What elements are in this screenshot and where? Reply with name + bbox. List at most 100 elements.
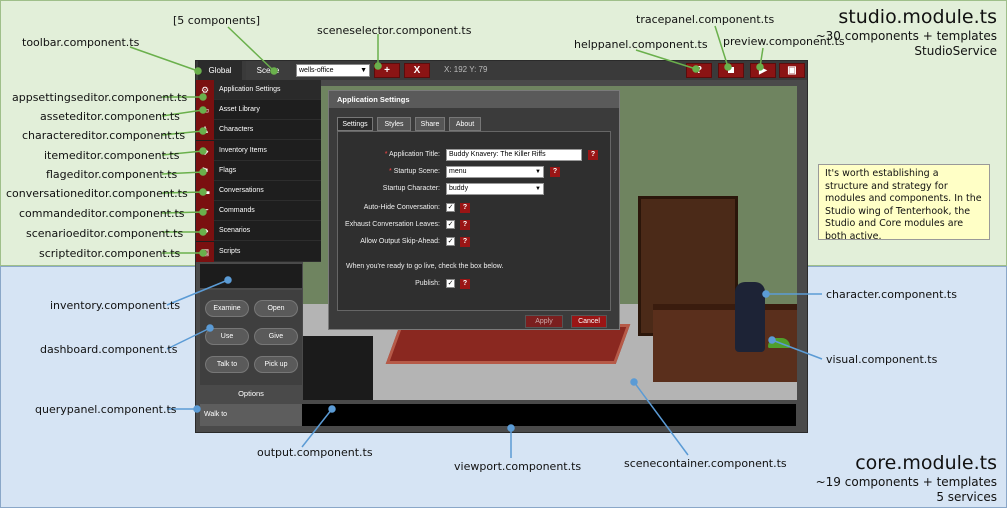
sidebar-item-inventory-items[interactable]: ◆ Inventory Items xyxy=(196,140,321,161)
studio-module-title: studio.module.ts xyxy=(838,6,997,28)
callout-sceneselector: sceneselector.component.ts xyxy=(317,24,472,37)
chevron-down-icon: ▼ xyxy=(535,186,541,192)
callout-asseteditor: asseteditor.component.ts xyxy=(40,110,180,123)
tab-styles[interactable]: Styles xyxy=(377,117,411,131)
publish-checkbox[interactable]: ✓ xyxy=(446,279,455,288)
skip-checkbox[interactable]: ✓ xyxy=(446,237,455,246)
studio-module-note-2: StudioService xyxy=(914,44,997,58)
tab-scene[interactable]: Scene xyxy=(246,61,290,80)
exhaust-label: Exhaust Conversation Leaves: xyxy=(345,221,440,228)
options-button[interactable]: Options xyxy=(200,385,302,403)
pick-up-button[interactable]: Pick up xyxy=(254,356,298,373)
sidebar-item-characters[interactable]: ♟ Characters xyxy=(196,120,321,141)
use-button[interactable]: Use xyxy=(205,328,249,345)
autohide-checkbox[interactable]: ✓ xyxy=(446,203,455,212)
sidebar-item-scenarios[interactable]: ➜ Scenarios xyxy=(196,221,321,242)
app-settings-dialog: Application Settings Settings Styles Sha… xyxy=(328,90,620,330)
person-icon: ♟ xyxy=(196,120,214,141)
help-icon[interactable]: ? xyxy=(588,150,598,160)
help-icon[interactable]: ? xyxy=(460,203,470,213)
publish-label: Publish: xyxy=(415,280,440,287)
sidebar-item-label: Inventory Items xyxy=(219,146,267,154)
help-button[interactable]: ? xyxy=(686,63,712,78)
examine-button[interactable]: Examine xyxy=(205,300,249,317)
scene-rug xyxy=(385,324,631,364)
tab-global[interactable]: Global xyxy=(198,61,242,80)
required-mark: * xyxy=(389,168,392,175)
sidebar-item-label: Flags xyxy=(219,166,237,174)
sidebar-item-label: Scenarios xyxy=(219,227,251,235)
callout-commandeditor: commandeditor.component.ts xyxy=(19,207,185,220)
apply-button[interactable]: Apply xyxy=(525,315,563,328)
scene-select[interactable]: wells-office ▼ xyxy=(296,64,370,77)
skip-label: Allow Output Skip-Ahead: xyxy=(360,238,440,245)
scene-select-value: wells-office xyxy=(299,67,334,74)
toolbar: Global Scene wells-office ▼ + X X: 192 Y… xyxy=(196,61,807,80)
play-icon: ▶ xyxy=(759,65,767,76)
remove-scene-button[interactable]: X xyxy=(404,63,430,78)
help-icon[interactable]: ? xyxy=(460,237,470,247)
save-button[interactable]: ▣ xyxy=(779,63,805,78)
open-button[interactable]: Open xyxy=(254,300,298,317)
callout-preview: preview.component.ts xyxy=(723,35,845,48)
callout-viewport: viewport.component.ts xyxy=(454,460,582,473)
exhaust-checkbox[interactable]: ✓ xyxy=(446,220,455,229)
speech-icon: ▬ xyxy=(196,181,214,201)
callout-inventory: inventory.component.ts xyxy=(50,299,181,312)
preview-button[interactable]: ▶ xyxy=(750,63,776,78)
script-icon: ▤ xyxy=(196,241,214,262)
callout-tracepanel: tracepanel.component.ts xyxy=(636,13,775,26)
disk-icon: ▣ xyxy=(787,65,797,76)
trace-button[interactable] xyxy=(718,63,744,78)
autohide-label: Auto-Hide Conversation: xyxy=(363,204,440,211)
help-icon[interactable]: ? xyxy=(550,167,560,177)
give-button[interactable]: Give xyxy=(254,328,298,345)
callout-itemeditor: itemeditor.component.ts xyxy=(44,149,180,162)
help-icon[interactable]: ? xyxy=(460,279,470,289)
sidebar-item-conversations[interactable]: ▬ Conversations xyxy=(196,181,321,201)
explanation-note: It's worth establishing a structure and … xyxy=(818,164,990,242)
tab-share[interactable]: Share xyxy=(415,117,445,131)
callout-querypanel: querypanel.component.ts xyxy=(35,403,177,416)
sidebar-item-label: Asset Library xyxy=(219,106,260,114)
callout-toolbar: toolbar.component.ts xyxy=(22,36,140,49)
startup-scene-select[interactable]: menu ▼ xyxy=(446,166,544,178)
sidebar-item-label: Scripts xyxy=(219,247,241,255)
sidebar-item-scripts[interactable]: ▤ Scripts xyxy=(196,241,321,262)
callout-scenarioeditor: scenarioeditor.component.ts xyxy=(26,227,184,240)
app-title-label-text: Application Title: xyxy=(389,151,440,158)
cube-icon: ◆ xyxy=(196,140,214,161)
add-scene-button[interactable]: + xyxy=(374,63,400,78)
app-title-label: * Application Title: xyxy=(338,151,440,158)
sidebar-item-commands[interactable]: ☛ Commands xyxy=(196,201,321,222)
callout-scenecontainer: scenecontainer.component.ts xyxy=(624,457,787,470)
sidebar-item-label: Application Settings xyxy=(219,86,281,93)
core-module-title: core.module.ts xyxy=(855,452,997,474)
chevron-down-icon: ▼ xyxy=(360,67,367,74)
callout-output: output.component.ts xyxy=(257,446,373,459)
sidebar-item-asset-library[interactable]: ▭ Asset Library xyxy=(196,100,321,121)
gear-icon: ⚙ xyxy=(196,80,214,100)
sidebar-item-flags[interactable]: ⚑ Flags xyxy=(196,160,321,181)
callout-five-components: [5 components] xyxy=(173,14,261,27)
scene-character[interactable] xyxy=(735,282,765,352)
talk-to-button[interactable]: Talk to xyxy=(205,356,249,373)
sidebar-item-application-settings[interactable]: ⚙ Application Settings xyxy=(196,80,321,100)
core-module-note-2: 5 services xyxy=(936,490,997,504)
required-mark: * xyxy=(384,151,388,158)
help-icon[interactable]: ? xyxy=(460,220,470,230)
folder-icon: ▭ xyxy=(196,100,214,121)
tab-settings[interactable]: Settings xyxy=(337,117,373,131)
square-icon xyxy=(728,67,734,73)
scene-lamp-visual[interactable] xyxy=(768,338,790,348)
sidebar-item-label: Commands xyxy=(219,207,255,215)
startup-char-select[interactable]: buddy ▼ xyxy=(446,183,544,195)
callout-appsettingseditor: appsettingseditor.component.ts xyxy=(12,91,188,104)
callout-dashboard: dashboard.component.ts xyxy=(40,343,178,356)
core-module-note-1: ~19 components + templates xyxy=(815,475,997,489)
cancel-button[interactable]: Cancel xyxy=(571,315,607,328)
app-title-input[interactable]: Buddy Knavery: The Killer Riffs xyxy=(446,149,582,161)
inventory-panel[interactable] xyxy=(200,264,302,288)
dialog-body: * Application Title: Buddy Knavery: The … xyxy=(337,131,611,311)
tab-about[interactable]: About xyxy=(449,117,481,131)
